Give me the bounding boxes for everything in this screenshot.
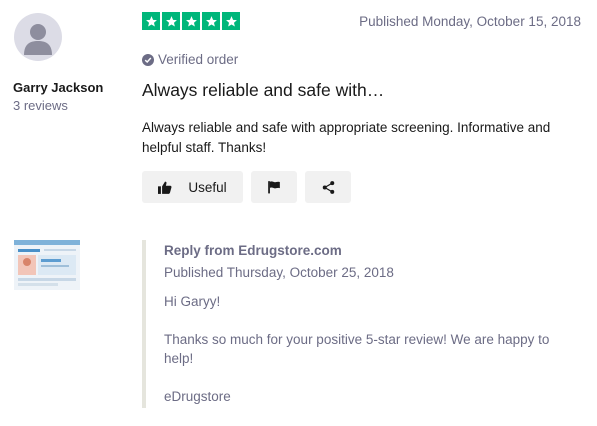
thumbs-up-icon xyxy=(158,181,172,194)
reply-message: Thanks so much for your positive 5-star … xyxy=(164,332,550,366)
reply-author: Reply from Edrugstore.com xyxy=(164,243,342,258)
company-logo xyxy=(14,240,80,290)
company-banner-thumbnail-icon xyxy=(14,240,80,290)
reviewer-name[interactable]: Garry Jackson xyxy=(13,80,103,95)
share-icon xyxy=(322,180,334,194)
star-rating xyxy=(142,12,240,30)
share-button[interactable] xyxy=(305,171,351,203)
star-icon xyxy=(222,12,240,30)
review-body: Always reliable and safe with appropriat… xyxy=(142,120,551,155)
star-icon xyxy=(202,12,220,30)
reviewer-review-count: 3 reviews xyxy=(13,98,68,113)
star-icon xyxy=(182,12,200,30)
verified-order-badge: Verified order xyxy=(142,52,238,67)
reply-greeting: Hi Garyy! xyxy=(164,294,221,309)
flag-icon xyxy=(268,181,280,194)
verified-label: Verified order xyxy=(158,52,239,67)
user-silhouette-icon xyxy=(24,24,52,55)
reply-published-date: Published Thursday, October 25, 2018 xyxy=(164,265,394,280)
reply-signature: eDrugstore xyxy=(164,389,231,404)
star-icon xyxy=(162,12,180,30)
useful-button[interactable]: Useful xyxy=(142,171,243,203)
star-icon xyxy=(142,12,160,30)
review-title[interactable]: Always reliable and safe with… xyxy=(142,80,384,101)
reply-divider xyxy=(142,240,146,408)
reviewer-avatar[interactable] xyxy=(14,13,62,61)
check-circle-icon xyxy=(142,53,154,66)
review-published-date: Published Monday, October 15, 2018 xyxy=(359,14,581,29)
useful-label: Useful xyxy=(188,179,227,195)
flag-button[interactable] xyxy=(251,171,297,203)
